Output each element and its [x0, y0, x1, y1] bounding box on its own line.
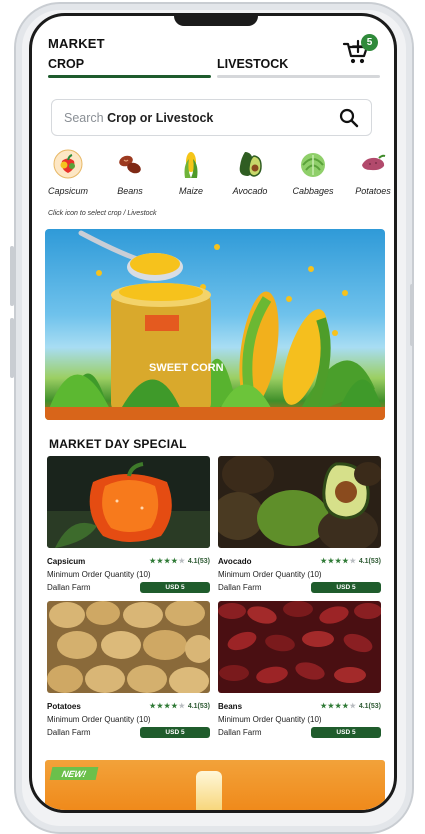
tab-crop[interactable]: CROP — [48, 57, 84, 71]
category-beans[interactable]: Beans — [102, 149, 158, 201]
rating-value: 4.1(53) — [187, 703, 210, 710]
potato-icon — [362, 154, 386, 171]
product-name: Capsicum — [47, 557, 86, 566]
search-placeholder-bold: Crop or Livestock — [107, 111, 214, 125]
phone-notch — [174, 16, 258, 26]
new-tag: NEW! — [49, 767, 99, 780]
rating-value: 4.1(53) — [187, 558, 210, 565]
phone-side-button — [10, 246, 14, 306]
product-farm: Dallan Farm — [218, 583, 262, 592]
product-name: Beans — [218, 702, 243, 711]
product-card-beans[interactable]: Beans ★★★★★ 4.1(53) Minimum Order Quanti… — [218, 601, 381, 738]
bottle-illustration — [196, 771, 222, 810]
product-rating: ★★★★★ 4.1(53) — [320, 557, 381, 565]
product-price-button[interactable]: USD 5 — [311, 582, 381, 593]
tab-livestock[interactable]: LIVESTOCK — [217, 57, 288, 71]
product-moq: Minimum Order Quantity (10) — [218, 570, 322, 579]
cabbage-icon — [301, 153, 325, 177]
product-image-capsicum — [47, 456, 210, 548]
beans-icon — [119, 155, 141, 174]
promo-banner-sweet-corn[interactable]: SWEET CORN — [45, 229, 385, 420]
page-title: MARKET — [48, 36, 105, 51]
product-card-potatoes[interactable]: Potatoes ★★★★★ 4.1(53) Minimum Order Qua… — [47, 601, 210, 738]
section-title-market-day-special: MARKET DAY SPECIAL — [49, 437, 187, 451]
rating-stars-icon: ★★★★★ — [149, 558, 186, 565]
rating-value: 4.1(53) — [358, 703, 381, 710]
category-hint: Click icon to select crop / Livestock — [48, 210, 157, 217]
category-label: Potatoes — [355, 186, 391, 196]
category-label: Capsicum — [47, 186, 88, 196]
product-price-button[interactable]: USD 5 — [311, 727, 381, 738]
phone-side-button — [10, 318, 14, 378]
app-screen: MARKET CROP LIVESTOCK 5 Search Crop or L… — [29, 13, 397, 813]
product-image-avocado — [218, 456, 381, 548]
promo-banner-new[interactable]: NEW! — [45, 760, 385, 810]
product-name: Potatoes — [47, 702, 81, 711]
search-placeholder-prefix: Search — [64, 111, 108, 125]
product-farm: Dallan Farm — [218, 728, 262, 737]
tab-crop-indicator — [48, 75, 211, 78]
product-rating: ★★★★★ 4.1(53) — [320, 702, 381, 710]
category-row: Capsicum Beans Maize Avocado Cabbages Po… — [46, 149, 391, 201]
banner-can-text: SWEET CORN — [149, 362, 224, 374]
category-avocado[interactable]: Avocado — [222, 149, 278, 201]
product-rating: ★★★★★ 4.1(53) — [149, 557, 210, 565]
product-moq: Minimum Order Quantity (10) — [218, 715, 322, 724]
rating-stars-icon: ★★★★★ — [149, 703, 186, 710]
category-label: Beans — [117, 186, 143, 196]
product-moq: Minimum Order Quantity (10) — [47, 715, 151, 724]
phone-side-button — [410, 284, 414, 346]
search-input[interactable]: Search Crop or Livestock — [64, 111, 213, 125]
capsicum-icon — [53, 149, 83, 179]
product-name: Avocado — [218, 557, 252, 566]
product-farm: Dallan Farm — [47, 583, 91, 592]
rating-stars-icon: ★★★★★ — [320, 703, 357, 710]
rating-value: 4.1(53) — [358, 558, 381, 565]
product-price-button[interactable]: USD 5 — [140, 582, 210, 593]
product-price-button[interactable]: USD 5 — [140, 727, 210, 738]
search-icon[interactable] — [339, 108, 359, 128]
category-cabbages[interactable]: Cabbages — [285, 149, 341, 201]
product-card-capsicum[interactable]: Capsicum ★★★★★ 4.1(53) Minimum Order Qua… — [47, 456, 210, 593]
avocado-icon — [239, 152, 262, 177]
search-bar[interactable]: Search Crop or Livestock — [51, 99, 372, 136]
rating-stars-icon: ★★★★★ — [320, 558, 357, 565]
category-maize[interactable]: Maize — [163, 149, 219, 201]
tab-livestock-indicator — [217, 75, 380, 78]
sweet-corn-illustration: SWEET CORN — [45, 230, 385, 420]
product-rating: ★★★★★ 4.1(53) — [149, 702, 210, 710]
product-card-avocado[interactable]: Avocado ★★★★★ 4.1(53) Minimum Order Quan… — [218, 456, 381, 593]
category-label: Cabbages — [292, 186, 334, 196]
category-label: Avocado — [232, 186, 268, 196]
product-farm: Dallan Farm — [47, 728, 91, 737]
maize-icon — [184, 152, 198, 178]
product-image-beans — [218, 601, 381, 693]
category-potatoes[interactable]: Potatoes — [345, 149, 394, 201]
product-moq: Minimum Order Quantity (10) — [47, 570, 151, 579]
category-label: Maize — [178, 186, 203, 196]
product-image-potatoes — [47, 601, 210, 693]
category-capsicum[interactable]: Capsicum — [40, 149, 96, 201]
cart-count-badge: 5 — [361, 34, 378, 51]
